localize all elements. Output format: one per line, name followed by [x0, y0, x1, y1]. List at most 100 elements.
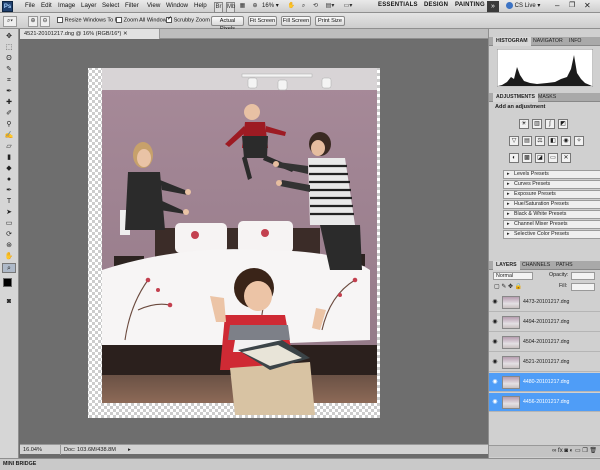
eye-icon[interactable]: ◉: [491, 358, 499, 366]
document-tab[interactable]: 4521-20101217.dng @ 16% (RGB/16*) ✕: [20, 29, 160, 39]
blur-tool-icon[interactable]: ◆: [2, 164, 16, 174]
preset-curves[interactable]: Curves Presets: [503, 180, 600, 189]
workspace-design[interactable]: DESIGN: [424, 2, 448, 8]
eye-icon[interactable]: ◉: [491, 398, 499, 406]
menu-file[interactable]: File: [25, 2, 35, 9]
hand-tool-icon[interactable]: ✋: [2, 252, 16, 262]
marquee-tool-icon[interactable]: ⬚: [2, 43, 16, 53]
eye-icon[interactable]: ◉: [491, 378, 499, 386]
channel-mixer-icon[interactable]: ✧: [574, 136, 584, 146]
preset-levels[interactable]: Levels Presets: [503, 170, 600, 179]
new-adjustment-icon[interactable]: ◐: [570, 448, 574, 454]
restore-icon[interactable]: ❐: [569, 1, 575, 9]
shape-tool-icon[interactable]: ▭: [2, 219, 16, 229]
minimize-icon[interactable]: –: [555, 1, 559, 10]
zoom-in-icon[interactable]: ⊕: [28, 16, 38, 27]
layer-row[interactable]: ◉ 4504-20101217.dng: [489, 333, 600, 352]
levels-icon[interactable]: ▥: [532, 119, 542, 129]
zoom-level-dropdown[interactable]: 16% ▾: [262, 2, 279, 9]
crop-tool-icon[interactable]: ⌗: [2, 76, 16, 86]
zoom-tool-icon[interactable]: ⌕: [2, 263, 16, 273]
cs-live-button[interactable]: CS Live ▾: [506, 2, 540, 9]
eraser-tool-icon[interactable]: ▱: [2, 142, 16, 152]
more-workspaces-button[interactable]: »: [487, 1, 499, 12]
path-select-tool-icon[interactable]: ➤: [2, 208, 16, 218]
link-layers-icon[interactable]: ∞: [552, 448, 556, 454]
fill-screen-button[interactable]: Fill Screen: [281, 16, 311, 26]
pen-tool-icon[interactable]: ✒: [2, 186, 16, 196]
hand-icon[interactable]: ✋: [287, 2, 296, 11]
preset-channel-mixer[interactable]: Channel Mixer Presets: [503, 220, 600, 229]
history-brush-tool-icon[interactable]: ✍: [2, 131, 16, 141]
clone-stamp-tool-icon[interactable]: ⚲: [2, 120, 16, 130]
menu-image[interactable]: Image: [58, 2, 75, 9]
layer-row[interactable]: ◉ 4521-20101217.dng: [489, 353, 600, 372]
screen-mode-icon[interactable]: ▭▾: [343, 2, 353, 11]
lock-icons[interactable]: ▢ ✎ ✥ 🔒: [494, 283, 522, 290]
bridge-icon[interactable]: Br: [214, 2, 223, 13]
fit-screen-button[interactable]: Fit Screen: [248, 16, 277, 26]
zoom-out-icon[interactable]: ⊖: [40, 16, 50, 27]
brightness-contrast-icon[interactable]: ☀: [519, 119, 529, 129]
guides-icon[interactable]: ▦: [238, 2, 247, 11]
menu-help[interactable]: Help: [194, 2, 207, 9]
gradient-map-icon[interactable]: ▭: [548, 153, 558, 163]
tab-layers[interactable]: LAYERS: [493, 261, 520, 270]
menu-edit[interactable]: Edit: [41, 2, 52, 9]
layer-row[interactable]: ◉ 4473-20101217.dng: [489, 293, 600, 312]
healing-brush-tool-icon[interactable]: ✚: [2, 98, 16, 108]
layer-style-icon[interactable]: fx: [558, 448, 563, 454]
3d-orbit-tool-icon[interactable]: ⊛: [2, 241, 16, 251]
vibrance-icon[interactable]: ▽: [509, 136, 519, 146]
workspace-painting[interactable]: PAINTING: [455, 2, 485, 8]
tab-adjustments[interactable]: ADJUSTMENTS: [493, 93, 538, 102]
menu-view[interactable]: View: [147, 2, 160, 9]
layer-row-selected[interactable]: ◉ 4480-20101217.dng: [489, 373, 600, 392]
eye-icon[interactable]: ◉: [491, 338, 499, 346]
preset-hue-saturation[interactable]: Hue/Saturation Presets: [503, 200, 600, 209]
blend-mode-select[interactable]: Normal: [493, 272, 533, 280]
lasso-tool-icon[interactable]: ʘ: [2, 54, 16, 64]
quick-select-tool-icon[interactable]: ✎: [2, 65, 16, 75]
menu-select[interactable]: Select: [102, 2, 119, 9]
threshold-icon[interactable]: ◪: [535, 153, 545, 163]
zoom-tool-icon[interactable]: ⌕: [299, 2, 308, 11]
canvas-area[interactable]: [20, 40, 488, 444]
menu-filter[interactable]: Filter: [125, 2, 139, 9]
workspace-essentials[interactable]: ESSENTIALS: [378, 2, 418, 8]
resize-windows-checkbox[interactable]: Resize Windows To Fit: [57, 17, 121, 23]
scrubby-zoom-checkbox[interactable]: Scrubby Zoom: [166, 15, 210, 23]
print-size-button[interactable]: Print Size: [315, 16, 345, 26]
tab-channels[interactable]: CHANNELS: [519, 261, 553, 270]
eye-icon[interactable]: ◉: [491, 298, 499, 306]
exposure-icon[interactable]: ◩: [558, 119, 568, 129]
preset-selective-color[interactable]: Selective Color Presets: [503, 230, 600, 239]
hue-saturation-icon[interactable]: ▤: [522, 136, 532, 146]
photo-filter-icon[interactable]: ◉: [561, 136, 571, 146]
actual-pixels-button[interactable]: Actual Pixels: [211, 16, 244, 32]
color-balance-icon[interactable]: ⚖: [535, 136, 545, 146]
black-white-icon[interactable]: ◧: [548, 136, 558, 146]
mini-bridge-tab[interactable]: MINI BRIDGE: [3, 461, 36, 467]
new-layer-icon[interactable]: ❐: [582, 448, 587, 454]
zoom-all-windows-checkbox[interactable]: Zoom All Windows: [116, 17, 170, 23]
menu-layer[interactable]: Layer: [81, 2, 96, 9]
eye-icon[interactable]: ◉: [491, 318, 499, 326]
eyedropper-tool-icon[interactable]: ✒: [2, 87, 16, 97]
posterize-icon[interactable]: ▩: [522, 153, 532, 163]
preset-exposure[interactable]: Exposure Presets: [503, 190, 600, 199]
zoom-readout[interactable]: 16.04%: [23, 445, 42, 455]
layer-row[interactable]: ◉ 4494-20101217.dng: [489, 313, 600, 332]
dodge-tool-icon[interactable]: ●: [2, 175, 16, 185]
tab-paths[interactable]: PATHS: [553, 261, 576, 270]
menu-window[interactable]: Window: [166, 2, 188, 9]
arrange-documents-icon[interactable]: ▤▾: [325, 2, 335, 11]
layer-row-selected[interactable]: ◉ 4456-20101217.dng: [489, 393, 600, 412]
invert-icon[interactable]: ◐: [509, 153, 519, 163]
delete-layer-icon[interactable]: 🗑: [589, 448, 597, 454]
foreground-color-swatch[interactable]: [3, 278, 12, 287]
3d-rotate-tool-icon[interactable]: ⟳: [2, 230, 16, 240]
type-tool-icon[interactable]: T: [2, 197, 16, 207]
move-tool-icon[interactable]: ✥: [2, 32, 16, 42]
quick-mask-icon[interactable]: ◙: [2, 297, 16, 307]
